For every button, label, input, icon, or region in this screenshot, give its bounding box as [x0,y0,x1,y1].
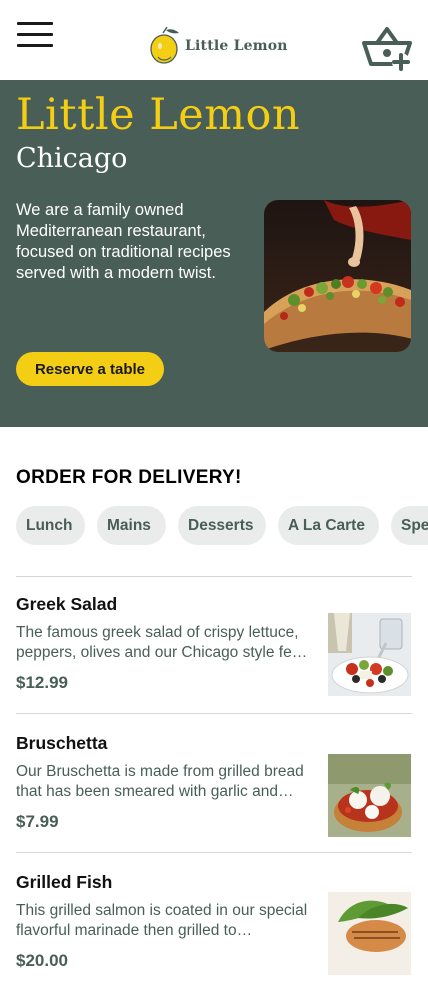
menu-item-name: Grilled Fish [16,872,113,892]
menu-item-name: Bruschetta [16,733,108,753]
menu-item-description: This grilled salmon is coated in our spe… [16,902,308,939]
greek-salad-image [328,613,411,696]
menu-item-price: $20.00 [16,951,68,970]
menu-item-name: Greek Salad [16,594,118,614]
hero-title: Little Lemon [16,90,301,140]
menu-item-description: Our Bruschetta is made from grilled brea… [16,763,304,800]
menu-bar-middle [17,33,53,36]
menu-item-description: The famous greek salad of crispy lettuce… [16,624,305,661]
hamburger-menu-button[interactable] [17,22,54,50]
logo-text: Little Lemon [185,38,288,54]
divider [16,852,412,853]
basket-add-button[interactable] [361,24,413,72]
bruschetta-image [328,754,411,837]
divider [16,713,412,714]
reserve-table-button[interactable]: Reserve a table [16,352,164,386]
menu-item-bruschetta[interactable]: Bruschetta Our Bruschetta is made from g… [16,715,412,854]
menu-item-price: $7.99 [16,812,59,831]
category-chip-lunch[interactable]: Lunch [16,506,85,545]
menu-bar-top [17,22,53,25]
menu-item-greek-salad[interactable]: Greek Salad The famous greek salad of cr… [16,576,412,715]
category-chip-mains[interactable]: Mains [97,506,166,545]
menu-bar-bottom [17,44,53,47]
lemon-icon [150,27,179,64]
hero-food-image [264,200,411,352]
basket-add-icon [362,27,412,71]
app-header: Little Lemon [0,0,428,80]
category-filter-bar: Lunch Mains Desserts A La Carte Specials [16,506,428,546]
little-lemon-logo: Little Lemon [149,26,288,66]
grilled-fish-image [328,892,411,975]
hero-subtitle: Chicago [16,143,128,174]
hero-description: We are a family owned Mediterranean rest… [16,201,231,282]
category-chip-desserts[interactable]: Desserts [178,506,266,545]
menu-item-grilled-fish[interactable]: Grilled Fish This grilled salmon is coat… [16,854,412,993]
menu-item-price: $12.99 [16,673,68,692]
order-for-delivery-title: ORDER FOR DELIVERY! [16,467,242,488]
category-chip-a-la-carte[interactable]: A La Carte [278,506,379,545]
category-chip-specials[interactable]: Specials [391,506,428,545]
hero-banner: Little Lemon Chicago We are a family own… [0,80,428,427]
